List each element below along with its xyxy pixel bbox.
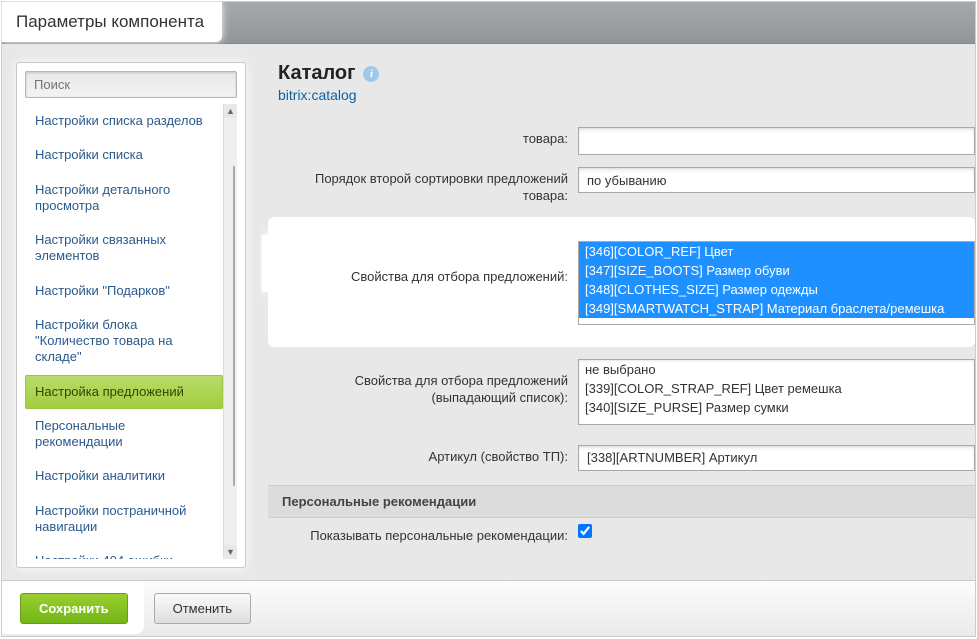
sidebar-item-5[interactable]: Настройки блока "Количество товара на ск… xyxy=(25,308,223,375)
sku-select[interactable]: [338][ARTNUMBER] Артикул xyxy=(578,445,975,471)
sort2-value: по убыванию xyxy=(587,173,667,188)
footer: Сохранить Отменить xyxy=(2,580,975,636)
sidebar-item-6[interactable]: Настройка предложений xyxy=(25,375,223,409)
sidebar-item-2[interactable]: Настройки детального просмотра xyxy=(25,173,223,224)
multiselect-option[interactable]: [346][COLOR_REF] Цвет xyxy=(579,242,974,261)
sidebar-scroll: Настройки списка разделовНастройки списк… xyxy=(25,104,237,559)
scroll-thumb[interactable] xyxy=(233,166,235,486)
multiselect-option[interactable]: [348][CLOTHES_SIZE] Размер одежды xyxy=(579,280,974,299)
main-panel: Каталог i bitrix:catalog товара: Порядок… xyxy=(260,44,975,580)
info-icon[interactable]: i xyxy=(363,66,379,82)
scroll-down-arrow[interactable]: ▼ xyxy=(224,545,237,559)
titlebar: Параметры компонента xyxy=(2,2,975,44)
row0-input[interactable] xyxy=(578,127,975,155)
offer-props-drop-multiselect[interactable]: не выбрано[339][COLOR_STRAP_REF] Цвет ре… xyxy=(578,359,975,425)
sidebar-item-7[interactable]: Персональные рекомендации xyxy=(25,409,223,460)
offer-props-multiselect[interactable]: [346][COLOR_REF] Цвет[347][SIZE_BOOTS] Р… xyxy=(578,241,975,325)
highlight-offer-props: Свойства для отбора предложений: [346][C… xyxy=(268,217,975,347)
sidebar-item-3[interactable]: Настройки связанных элементов xyxy=(25,223,223,274)
param-label-offer-props: Свойства для отбора предложений: xyxy=(268,241,578,286)
main-header: Каталог i bitrix:catalog xyxy=(260,44,975,111)
sidebar-item-0[interactable]: Настройки списка разделов xyxy=(25,104,223,138)
multiselect-option[interactable]: [340][SIZE_PURSE] Размер сумки xyxy=(579,398,974,417)
param-label-row0: товара: xyxy=(268,127,578,148)
sidebar-item-10[interactable]: Настройки 404 ошибки xyxy=(25,544,223,559)
scroll-up-arrow[interactable]: ▲ xyxy=(224,104,237,118)
param-label-sort2: Порядок второй сортировки предложений то… xyxy=(268,167,578,205)
search-input[interactable] xyxy=(25,71,237,98)
sku-value: [338][ARTNUMBER] Артикул xyxy=(587,450,757,465)
param-label-personal-show: Показывать персональные рекомендации: xyxy=(268,524,578,545)
section-personal: Персональные рекомендации xyxy=(268,485,975,518)
window-title: Параметры компонента xyxy=(2,2,222,42)
sidebar: Настройки списка разделовНастройки списк… xyxy=(16,62,246,568)
sidebar-item-4[interactable]: Настройки "Подарков" xyxy=(25,274,223,308)
component-code: bitrix:catalog xyxy=(278,87,975,103)
param-label-sku: Артикул (свойство ТП): xyxy=(268,445,578,466)
param-label-offer-props-drop: Свойства для отбора предложений (выпадаю… xyxy=(268,359,578,407)
multiselect-option[interactable]: [339][COLOR_STRAP_REF] Цвет ремешка xyxy=(579,379,974,398)
component-title: Каталог xyxy=(278,62,355,85)
save-button[interactable]: Сохранить xyxy=(20,593,128,624)
sidebar-scrollbar[interactable]: ▲ ▼ xyxy=(223,104,237,559)
sidebar-item-1[interactable]: Настройки списка xyxy=(25,138,223,172)
cancel-button[interactable]: Отменить xyxy=(154,593,251,624)
multiselect-option[interactable]: [347][SIZE_BOOTS] Размер обуви xyxy=(579,261,974,280)
multiselect-option[interactable]: [349][SMARTWATCH_STRAP] Материал браслет… xyxy=(579,299,974,318)
multiselect-option[interactable]: не выбрано xyxy=(579,360,974,379)
sidebar-item-9[interactable]: Настройки постраничной навигации xyxy=(25,494,223,545)
personal-show-checkbox[interactable] xyxy=(578,524,592,538)
sort2-select[interactable]: по убыванию xyxy=(578,167,975,193)
sidebar-item-8[interactable]: Настройки аналитики xyxy=(25,459,223,493)
